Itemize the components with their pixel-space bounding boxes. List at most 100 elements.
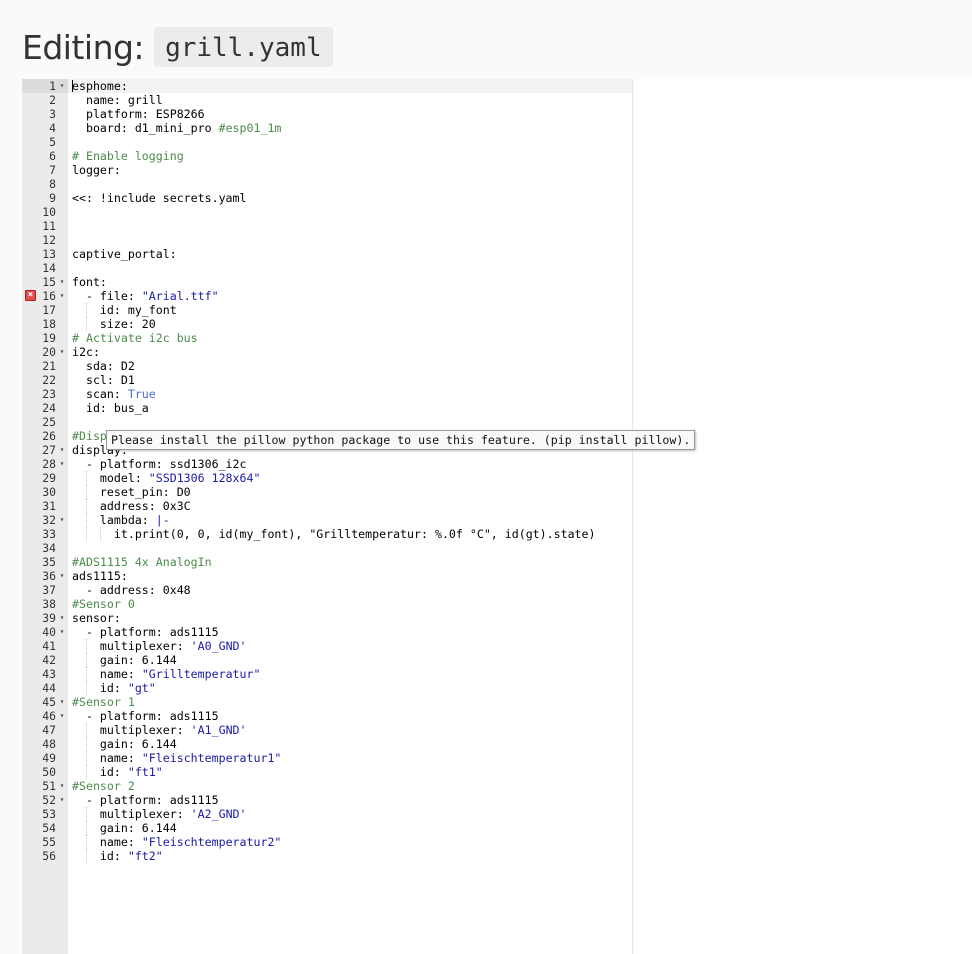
fold-arrow-icon[interactable]: ▾ <box>58 275 66 289</box>
code-line[interactable]: 22 scl: D1 <box>22 373 972 387</box>
code-line[interactable]: 44 id: "gt" <box>22 681 972 695</box>
fold-arrow-icon[interactable]: ▾ <box>58 345 66 359</box>
line-number: 21 <box>42 359 56 373</box>
code-line[interactable]: 52 ▾ - platform: ads1115 <box>22 793 972 807</box>
code-text: i2c: <box>72 345 100 359</box>
line-number: 16 <box>42 289 56 303</box>
line-number: 50 <box>42 765 56 779</box>
fold-arrow-icon[interactable]: ▾ <box>58 569 66 583</box>
fold-arrow-icon[interactable]: ▾ <box>58 443 66 457</box>
indent-guide <box>100 527 101 541</box>
code-line[interactable]: 23 scan: True <box>22 387 972 401</box>
code-line[interactable]: 46 ▾ - platform: ads1115 <box>22 709 972 723</box>
code-line[interactable]: 21 sda: D2 <box>22 359 972 373</box>
fold-arrow-icon[interactable]: ▾ <box>58 79 66 93</box>
code-line[interactable]: 51 ▾ #Sensor 2 <box>22 779 972 793</box>
code-line[interactable]: 5 <box>22 135 972 149</box>
code-line[interactable]: 18 size: 20 <box>22 317 972 331</box>
code-line[interactable]: 4 board: d1_mini_pro #esp01_1m <box>22 121 972 135</box>
code-line[interactable]: 8 <box>22 177 972 191</box>
code-token: True <box>127 387 156 401</box>
code-text: - platform: ads1115 <box>72 709 219 723</box>
fold-arrow-icon[interactable]: ▾ <box>58 513 66 527</box>
code-line[interactable]: 43 name: "Grilltemperatur" <box>22 667 972 681</box>
code-line[interactable]: 10 <box>22 205 972 219</box>
fold-arrow-icon[interactable]: ▾ <box>58 611 66 625</box>
line-number: 22 <box>42 373 56 387</box>
code-line[interactable]: 42 gain: 6.144 <box>22 653 972 667</box>
code-line[interactable]: 1 ▾ esphome: <box>22 79 972 93</box>
code-line[interactable]: 17 id: my_font <box>22 303 972 317</box>
code-line[interactable]: 54 gain: 6.144 <box>22 821 972 835</box>
code-line[interactable]: 49 name: "Fleischtemperatur1" <box>22 751 972 765</box>
code-line[interactable]: 2 name: grill <box>22 93 972 107</box>
code-line[interactable]: 41 multiplexer: 'A0_GND' <box>22 639 972 653</box>
code-line[interactable]: 47 multiplexer: 'A1_GND' <box>22 723 972 737</box>
code-line[interactable]: 31 address: 0x3C <box>22 499 972 513</box>
code-line[interactable]: 40 ▾ - platform: ads1115 <box>22 625 972 639</box>
code-line[interactable]: 25 <box>22 415 972 429</box>
code-line[interactable]: 6 # Enable logging <box>22 149 972 163</box>
code-token: id: <box>72 849 128 863</box>
code-line[interactable]: 45 ▾ #Sensor 1 <box>22 695 972 709</box>
code-text: id: "gt" <box>72 681 156 695</box>
code-line[interactable]: 36 ▾ ads1115: <box>22 569 972 583</box>
fold-arrow-icon[interactable]: ▾ <box>58 709 66 723</box>
code-token: - file: <box>72 289 142 303</box>
fold-arrow-icon[interactable]: ▾ <box>58 289 66 303</box>
code-line[interactable]: 38 #Sensor 0 <box>22 597 972 611</box>
code-line[interactable]: 20 ▾ i2c: <box>22 345 972 359</box>
line-number: 55 <box>42 835 56 849</box>
code-line[interactable]: 7 logger: <box>22 163 972 177</box>
code-token: gain: 6.144 <box>72 821 177 835</box>
code-line[interactable]: 14 <box>22 261 972 275</box>
code-line[interactable]: 34 <box>22 541 972 555</box>
code-line[interactable]: 37 - address: 0x48 <box>22 583 972 597</box>
code-line[interactable]: 56 id: "ft2" <box>22 849 972 863</box>
code-line[interactable]: 48 gain: 6.144 <box>22 737 972 751</box>
code-line[interactable]: 15 ▾ font: <box>22 275 972 289</box>
code-line[interactable]: 55 name: "Fleischtemperatur2" <box>22 835 972 849</box>
line-number: 20 <box>42 345 56 359</box>
line-number: 37 <box>42 583 56 597</box>
line-number: 34 <box>42 541 56 555</box>
code-token: scan: <box>72 387 128 401</box>
line-number: 12 <box>42 233 56 247</box>
line-number: 39 <box>42 611 56 625</box>
code-line[interactable]: 29 model: "SSD1306 128x64" <box>22 471 972 485</box>
code-line[interactable]: 19 # Activate i2c bus <box>22 331 972 345</box>
line-number: 44 <box>42 681 56 695</box>
text-cursor <box>72 80 73 92</box>
code-line[interactable]: 39 ▾ sensor: <box>22 611 972 625</box>
code-line[interactable]: 13 captive_portal: <box>22 247 972 261</box>
code-token: id: <box>72 681 128 695</box>
code-line[interactable]: 9 <<: !include secrets.yaml <box>22 191 972 205</box>
code-line[interactable]: 50 id: "ft1" <box>22 765 972 779</box>
code-line[interactable]: × 16 ▾ - file: "Arial.ttf" <box>22 289 972 303</box>
code-text: sensor: <box>72 611 121 625</box>
code-text: sda: D2 <box>72 359 135 373</box>
code-line[interactable]: 12 <box>22 233 972 247</box>
code-token: <<: !include secrets.yaml <box>72 191 247 205</box>
fold-arrow-icon[interactable]: ▾ <box>58 695 66 709</box>
code-line[interactable]: 32 ▾ lambda: |- <box>22 513 972 527</box>
code-line[interactable]: 33 it.print(0, 0, id(my_font), "Grilltem… <box>22 527 972 541</box>
line-number: 24 <box>42 401 56 415</box>
fold-arrow-icon[interactable]: ▾ <box>58 779 66 793</box>
code-text: font: <box>72 275 107 289</box>
fold-arrow-icon[interactable]: ▾ <box>58 625 66 639</box>
code-line[interactable]: 24 id: bus_a <box>22 401 972 415</box>
code-text: id: bus_a <box>72 401 149 415</box>
code-line[interactable]: 28 ▾ - platform: ssd1306_i2c <box>22 457 972 471</box>
code-line[interactable]: 11 <box>22 219 972 233</box>
code-lines[interactable]: 1 ▾ esphome: 2 name: grill 3 platform: ESP82… <box>22 79 972 863</box>
code-line[interactable]: 3 platform: ESP8266 <box>22 107 972 121</box>
code-line[interactable]: 30 reset_pin: D0 <box>22 485 972 499</box>
code-text: multiplexer: 'A1_GND' <box>72 723 247 737</box>
code-token: "gt" <box>127 681 156 695</box>
code-editor[interactable]: 1 ▾ esphome: 2 name: grill 3 platform: ESP82… <box>22 79 972 954</box>
fold-arrow-icon[interactable]: ▾ <box>58 793 66 807</box>
fold-arrow-icon[interactable]: ▾ <box>58 457 66 471</box>
code-line[interactable]: 35 #ADS1115 4x AnalogIn <box>22 555 972 569</box>
code-line[interactable]: 53 multiplexer: 'A2_GND' <box>22 807 972 821</box>
